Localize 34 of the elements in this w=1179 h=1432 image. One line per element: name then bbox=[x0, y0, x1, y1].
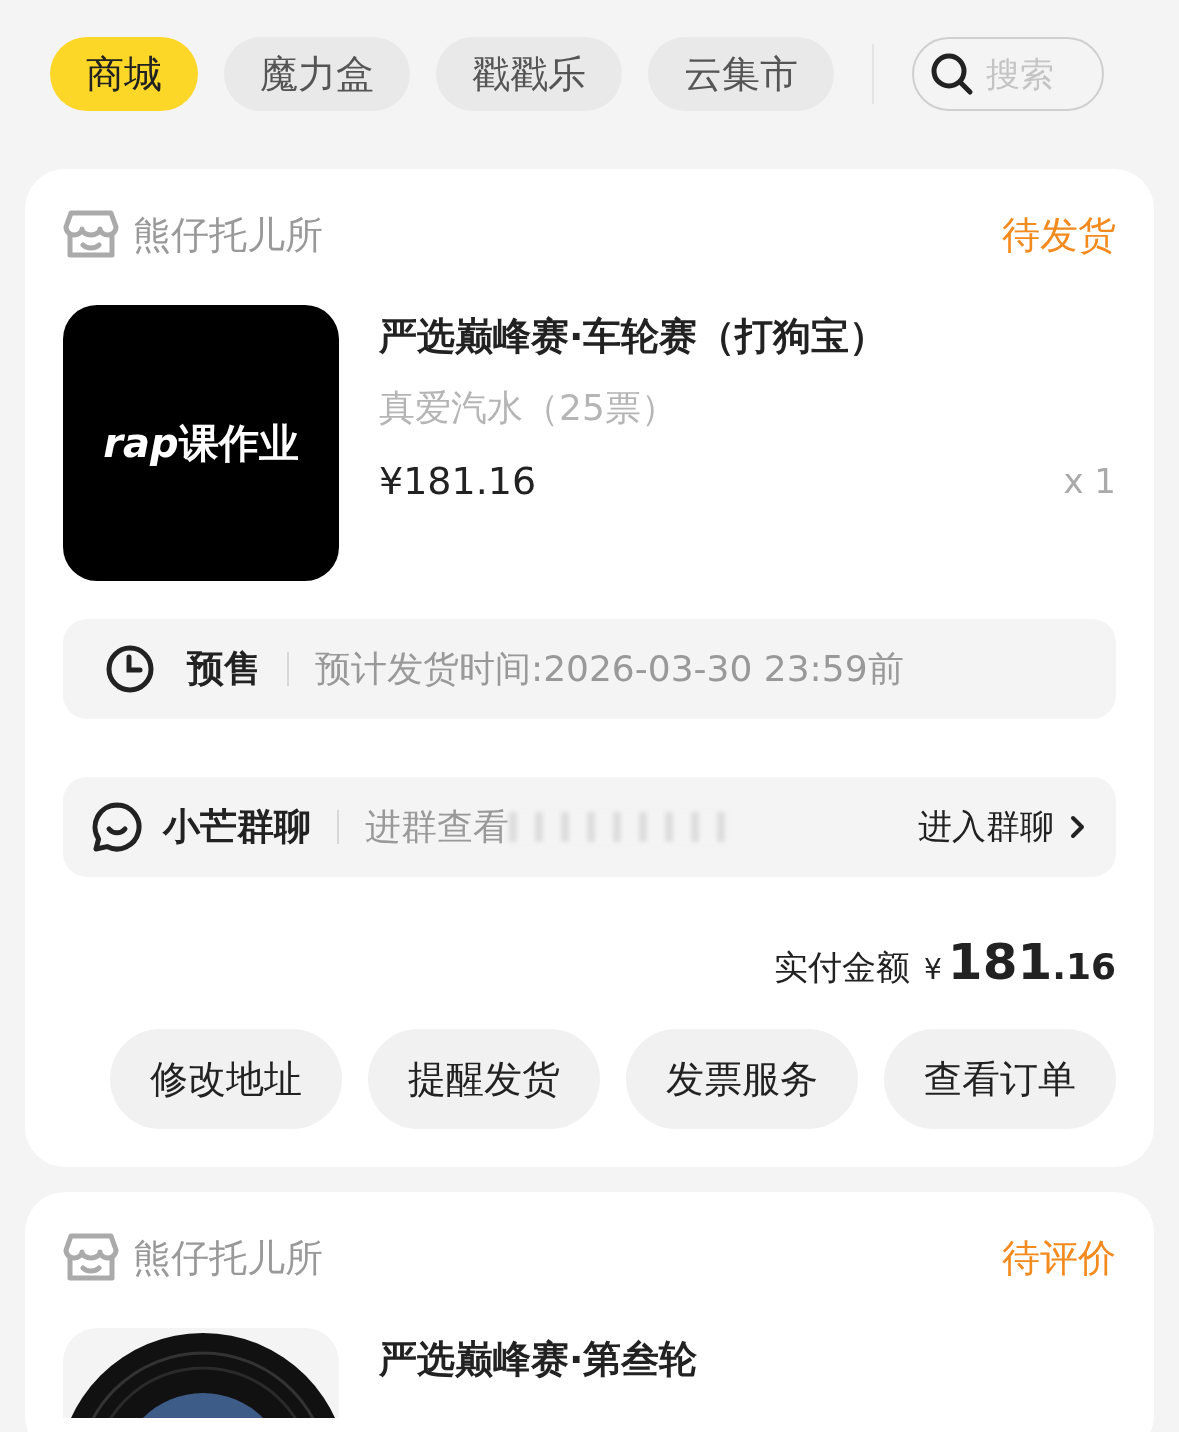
presale-label: 预售 bbox=[187, 646, 261, 692]
search-icon bbox=[930, 52, 974, 96]
group-chat-name: 小芒群聊 bbox=[163, 804, 311, 850]
product-variant: 真爱汽水（25票） bbox=[379, 386, 678, 430]
store-icon bbox=[63, 1232, 119, 1284]
category-tab[interactable]: 商城 bbox=[50, 37, 198, 111]
total-amount: 181 bbox=[947, 933, 1053, 991]
total-decimal: .16 bbox=[1052, 946, 1116, 987]
chat-icon bbox=[91, 801, 143, 853]
order-action-button[interactable]: 查看订单 bbox=[884, 1029, 1116, 1129]
product-price: ¥181.16 bbox=[379, 459, 537, 503]
category-tab[interactable]: 魔力盒 bbox=[224, 37, 410, 111]
group-chat-hint: 进群查看 bbox=[365, 804, 509, 849]
shop-name: 熊仔托儿所 bbox=[133, 211, 323, 259]
store-icon bbox=[63, 209, 119, 261]
group-chat-bar[interactable]: 小芒群聊 进群查看 进入群聊 bbox=[63, 777, 1116, 877]
shipping-time: 预计发货时间:2026-03-30 23:59前 bbox=[315, 646, 904, 691]
order-action-button[interactable]: 修改地址 bbox=[110, 1029, 342, 1129]
order-action-button[interactable]: 发票服务 bbox=[626, 1029, 858, 1129]
product-title: 严选巅峰赛·第叁轮 bbox=[379, 1336, 699, 1383]
clock-icon bbox=[105, 644, 155, 694]
currency-sign: ¥ bbox=[924, 953, 942, 986]
category-tab[interactable]: 云集市 bbox=[648, 37, 834, 111]
order-status: 待发货 bbox=[1002, 211, 1116, 259]
product-title: 严选巅峰赛·车轮赛（打狗宝） bbox=[379, 313, 889, 360]
total-label: 实付金额 bbox=[774, 946, 910, 989]
enter-chat-link[interactable]: 进入群聊 bbox=[918, 804, 1086, 850]
product-cover: rap课作业 bbox=[63, 305, 339, 581]
order-status: 待评价 bbox=[1002, 1234, 1116, 1282]
category-tab[interactable]: 戳戳乐 bbox=[436, 37, 622, 111]
product-quantity: x 1 bbox=[1063, 461, 1116, 501]
shop-name: 熊仔托儿所 bbox=[133, 1234, 323, 1282]
chevron-icon bbox=[1070, 815, 1086, 839]
order-action-button[interactable]: 提醒发货 bbox=[368, 1029, 600, 1129]
